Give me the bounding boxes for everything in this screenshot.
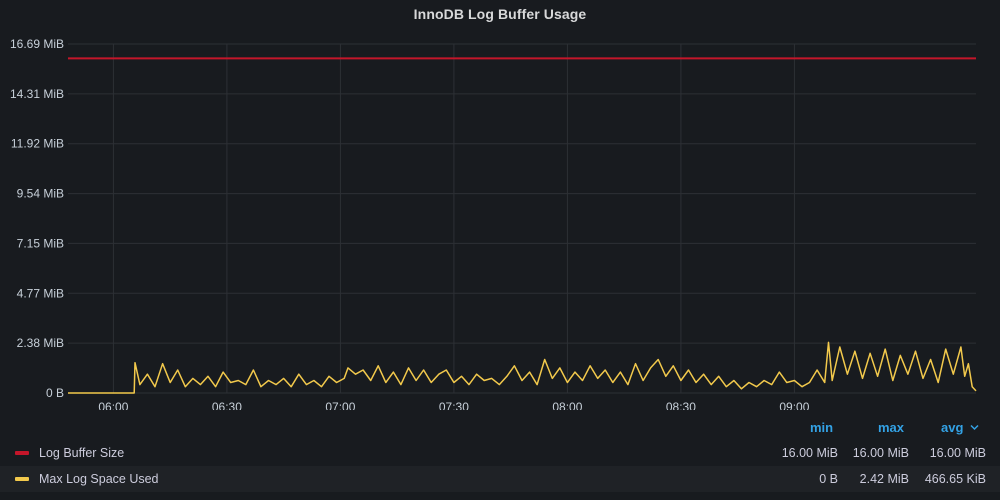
x-tick-label: 07:00 bbox=[325, 400, 355, 410]
legend-header-avg[interactable]: avg bbox=[941, 420, 979, 435]
x-tick-label: 07:30 bbox=[439, 400, 469, 410]
chart-grid bbox=[68, 43, 976, 394]
y-tick-label: 2.38 MiB bbox=[17, 336, 64, 350]
x-tick-label: 06:00 bbox=[98, 400, 128, 410]
x-tick-label: 09:00 bbox=[779, 400, 809, 410]
y-tick-label: 14.31 MiB bbox=[10, 87, 64, 101]
y-tick-label: 0 B bbox=[46, 386, 64, 400]
legend-swatch bbox=[15, 451, 29, 455]
x-axis: 06:00 06:30 07:00 07:30 08:00 08:30 09:00 bbox=[98, 400, 809, 410]
legend-header-max[interactable]: max bbox=[878, 420, 904, 435]
legend-series-name: Max Log Space Used bbox=[39, 472, 159, 486]
x-tick-label: 08:00 bbox=[552, 400, 582, 410]
y-axis: 0 B 2.38 MiB 4.77 MiB 7.15 MiB 9.54 MiB 11.92… bbox=[10, 37, 64, 400]
legend-header-min[interactable]: min bbox=[810, 420, 833, 435]
legend-avg-value: 466.65 KiB bbox=[924, 472, 986, 486]
y-tick-label: 9.54 MiB bbox=[17, 187, 64, 201]
legend-header-avg-label: avg bbox=[941, 420, 964, 435]
legend-row[interactable]: Max Log Space Used 0 B 2.42 MiB 466.65 K… bbox=[0, 466, 1000, 492]
series-line-max-log-space-used bbox=[68, 341, 977, 394]
x-tick-label: 08:30 bbox=[666, 400, 696, 410]
legend-row[interactable]: Log Buffer Size 16.00 MiB 16.00 MiB 16.0… bbox=[0, 440, 1000, 466]
legend-avg-value: 16.00 MiB bbox=[929, 446, 986, 460]
legend-series-name: Log Buffer Size bbox=[39, 446, 125, 460]
chevron-down-icon bbox=[970, 424, 979, 431]
y-tick-label: 16.69 MiB bbox=[10, 37, 64, 51]
x-tick-label: 06:30 bbox=[212, 400, 242, 410]
y-tick-label: 11.92 MiB bbox=[11, 137, 64, 151]
legend-swatch bbox=[15, 477, 29, 481]
chart-plot: 0 B 2.38 MiB 4.77 MiB 7.15 MiB 9.54 MiB 11.92… bbox=[10, 37, 977, 410]
y-tick-label: 4.77 MiB bbox=[17, 286, 64, 300]
y-tick-label: 7.15 MiB bbox=[17, 236, 64, 250]
